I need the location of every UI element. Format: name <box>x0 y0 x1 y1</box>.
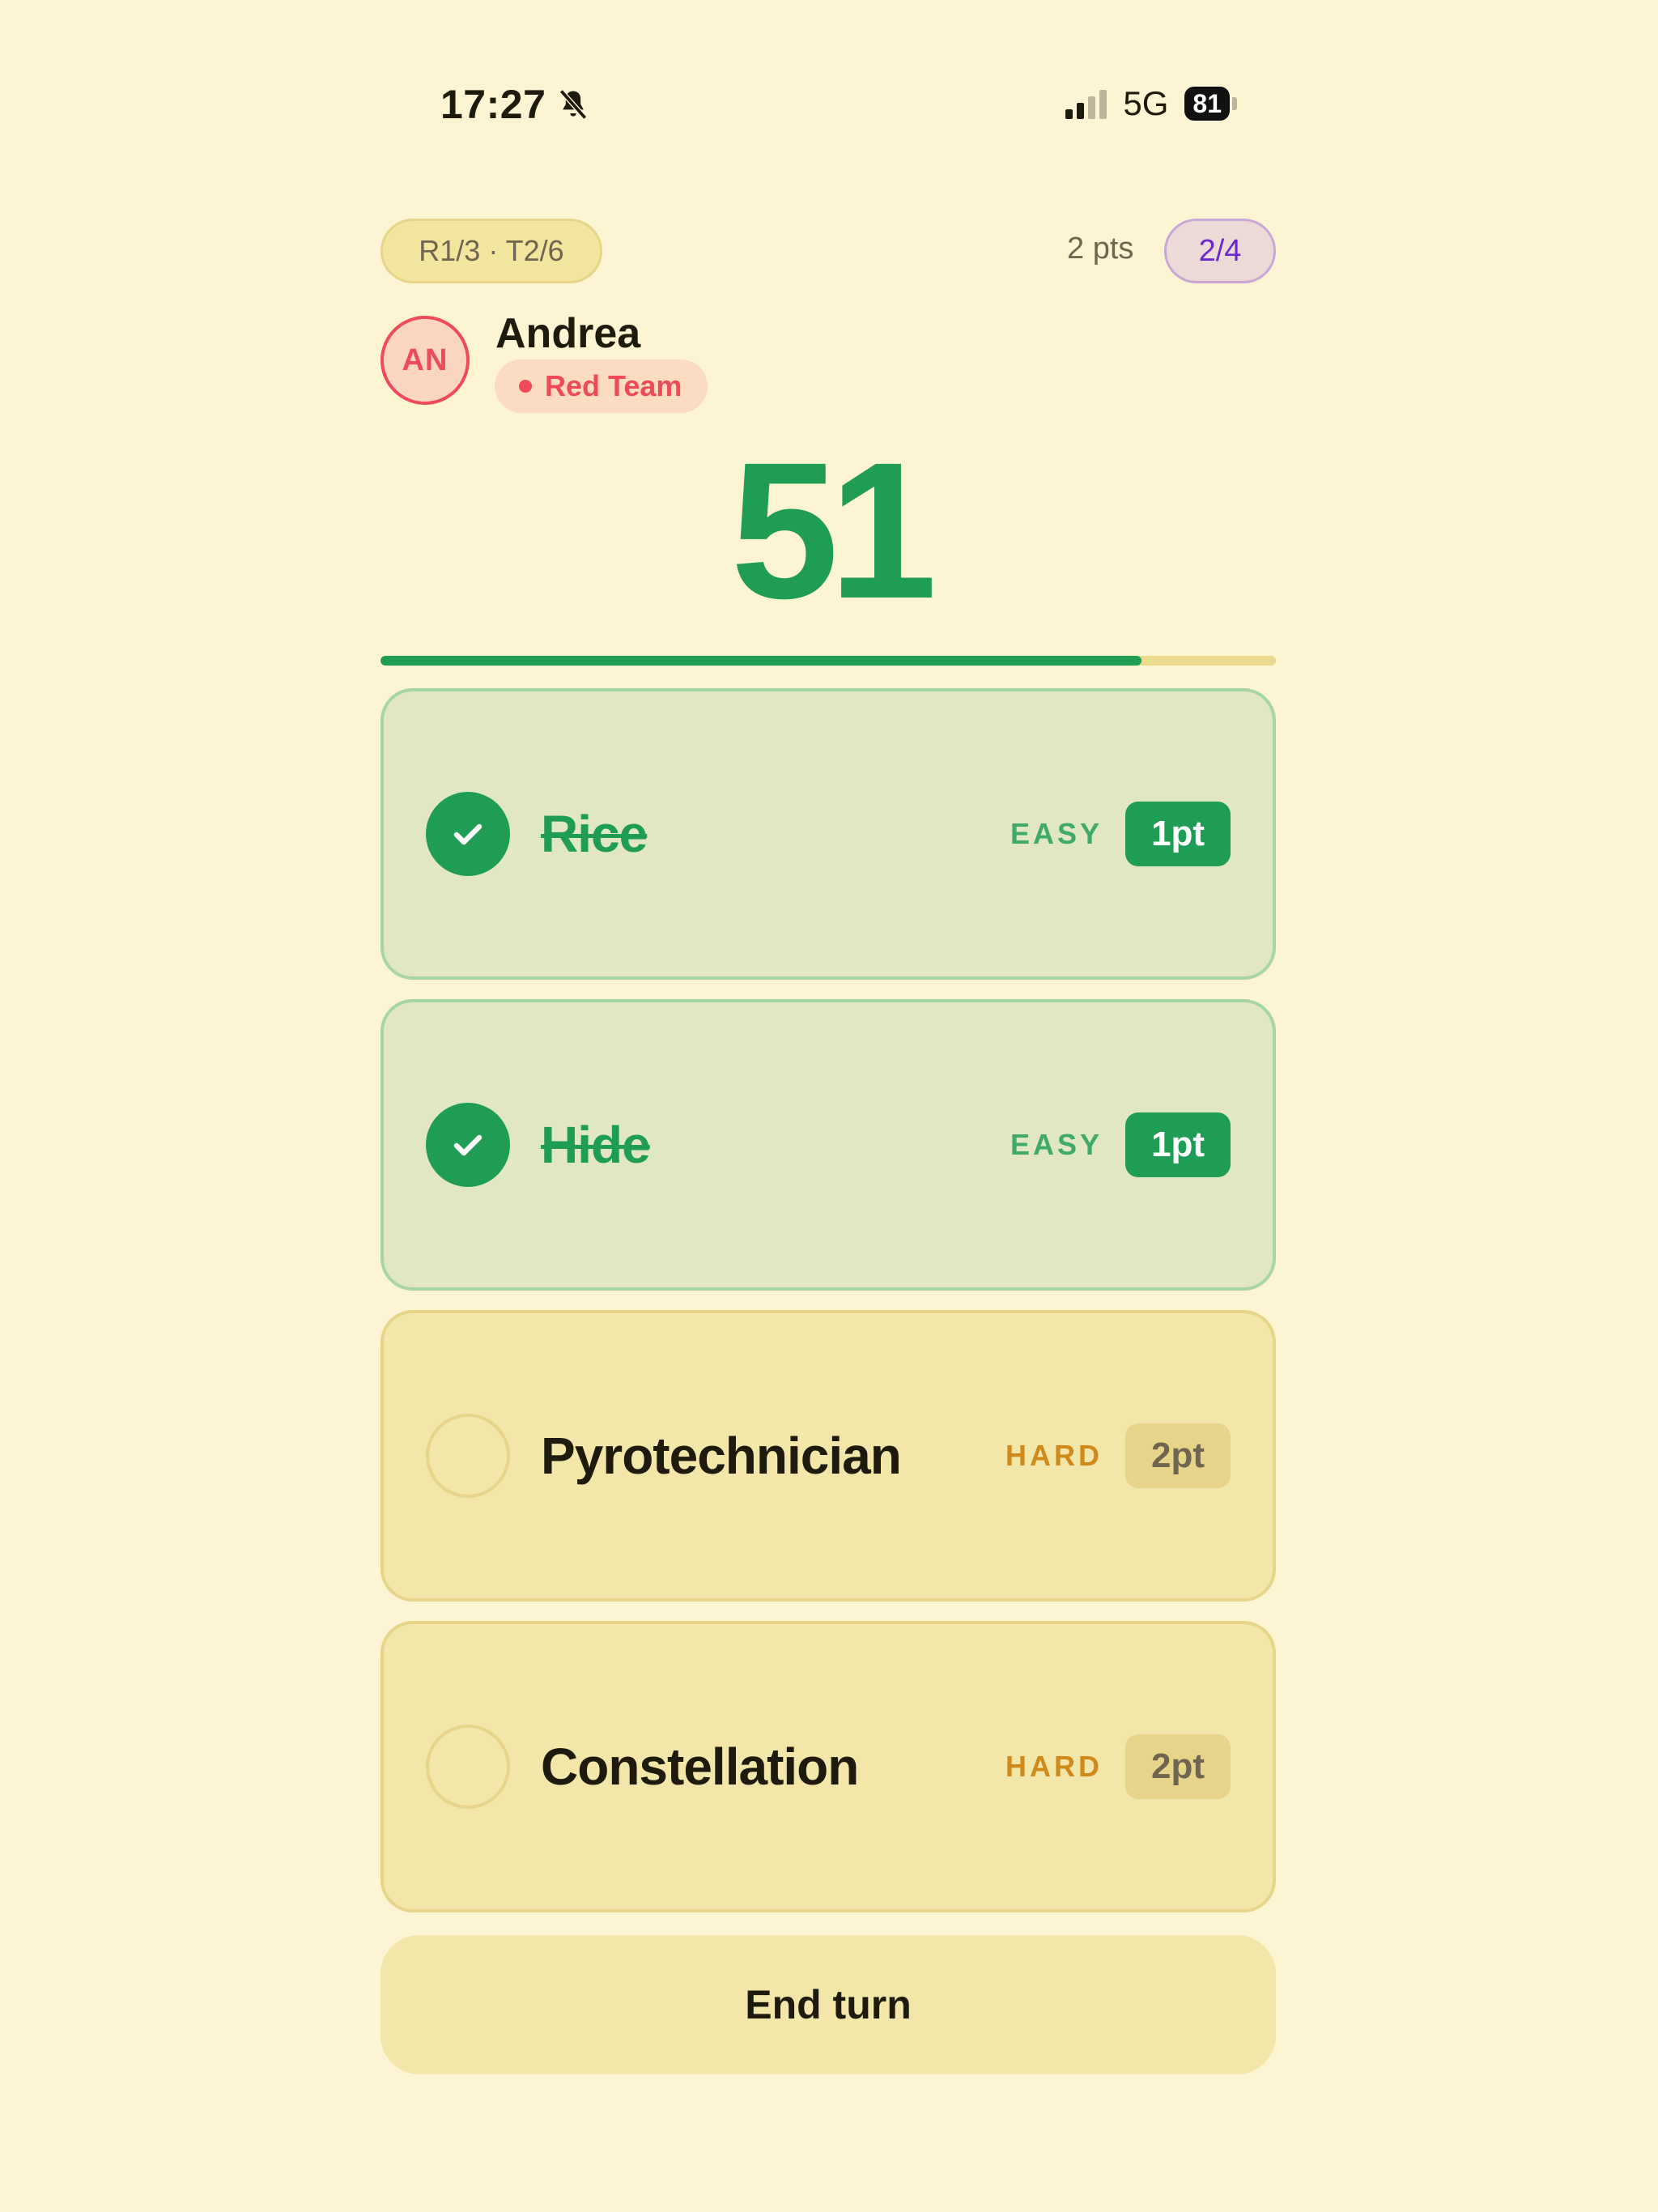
word-progress-chip: 2/4 <box>1164 219 1276 283</box>
end-turn-button[interactable]: End turn <box>380 1935 1276 2074</box>
word-text: Pyrotechnician <box>541 1427 902 1485</box>
points-badge: 2pt <box>1125 1734 1231 1799</box>
word-text: Rice <box>541 805 648 863</box>
word-check-icon[interactable] <box>426 1414 510 1498</box>
word-card-constellation[interactable]: Constellation HARD 2pt <box>380 1621 1276 1912</box>
countdown-timer: 51 <box>730 422 937 639</box>
difficulty-label: EASY <box>1010 817 1103 850</box>
word-check-icon[interactable] <box>426 792 510 876</box>
timer-progress-bar <box>380 656 1276 666</box>
checkmark-icon <box>453 1134 483 1156</box>
word-check-icon[interactable] <box>426 1725 510 1809</box>
word-card-pyrotechnician[interactable]: Pyrotechnician HARD 2pt <box>380 1310 1276 1602</box>
player-name: Andrea <box>495 310 641 357</box>
team-dot-icon <box>519 380 532 393</box>
battery-icon: 81 <box>1184 87 1237 121</box>
network-type: 5G <box>1123 84 1169 122</box>
status-time: 17:27 <box>440 81 591 128</box>
round-turn-chip: R1/3 · T2/6 <box>380 219 602 283</box>
game-screen: 17:27 5G 81 R1/3 · T2/6 2 pts 2/4 AN And… <box>0 0 1658 2212</box>
points-badge: 2pt <box>1125 1423 1231 1488</box>
word-text: Constellation <box>541 1738 859 1796</box>
signal-icon <box>1065 88 1107 119</box>
difficulty-label: HARD <box>1005 1750 1103 1783</box>
avatar: AN <box>380 316 470 405</box>
bell-slash-icon <box>559 89 588 120</box>
word-card-hide[interactable]: Hide EASY 1pt <box>380 999 1276 1291</box>
difficulty-label: EASY <box>1010 1128 1103 1161</box>
clock-text: 17:27 <box>440 82 546 127</box>
difficulty-label: HARD <box>1005 1439 1103 1472</box>
word-card-rice[interactable]: Rice EASY 1pt <box>380 688 1276 980</box>
battery-level: 81 <box>1184 87 1230 121</box>
status-indicators: 5G 81 <box>1065 84 1237 123</box>
checkmark-icon <box>453 823 483 845</box>
word-check-icon[interactable] <box>426 1103 510 1187</box>
team-badge: Red Team <box>495 359 708 413</box>
points-badge: 1pt <box>1125 802 1231 866</box>
points-label: 2 pts <box>1067 232 1134 266</box>
word-text: Hide <box>541 1116 651 1174</box>
timer-progress-fill <box>380 656 1142 666</box>
points-badge: 1pt <box>1125 1112 1231 1177</box>
team-name: Red Team <box>545 369 682 402</box>
